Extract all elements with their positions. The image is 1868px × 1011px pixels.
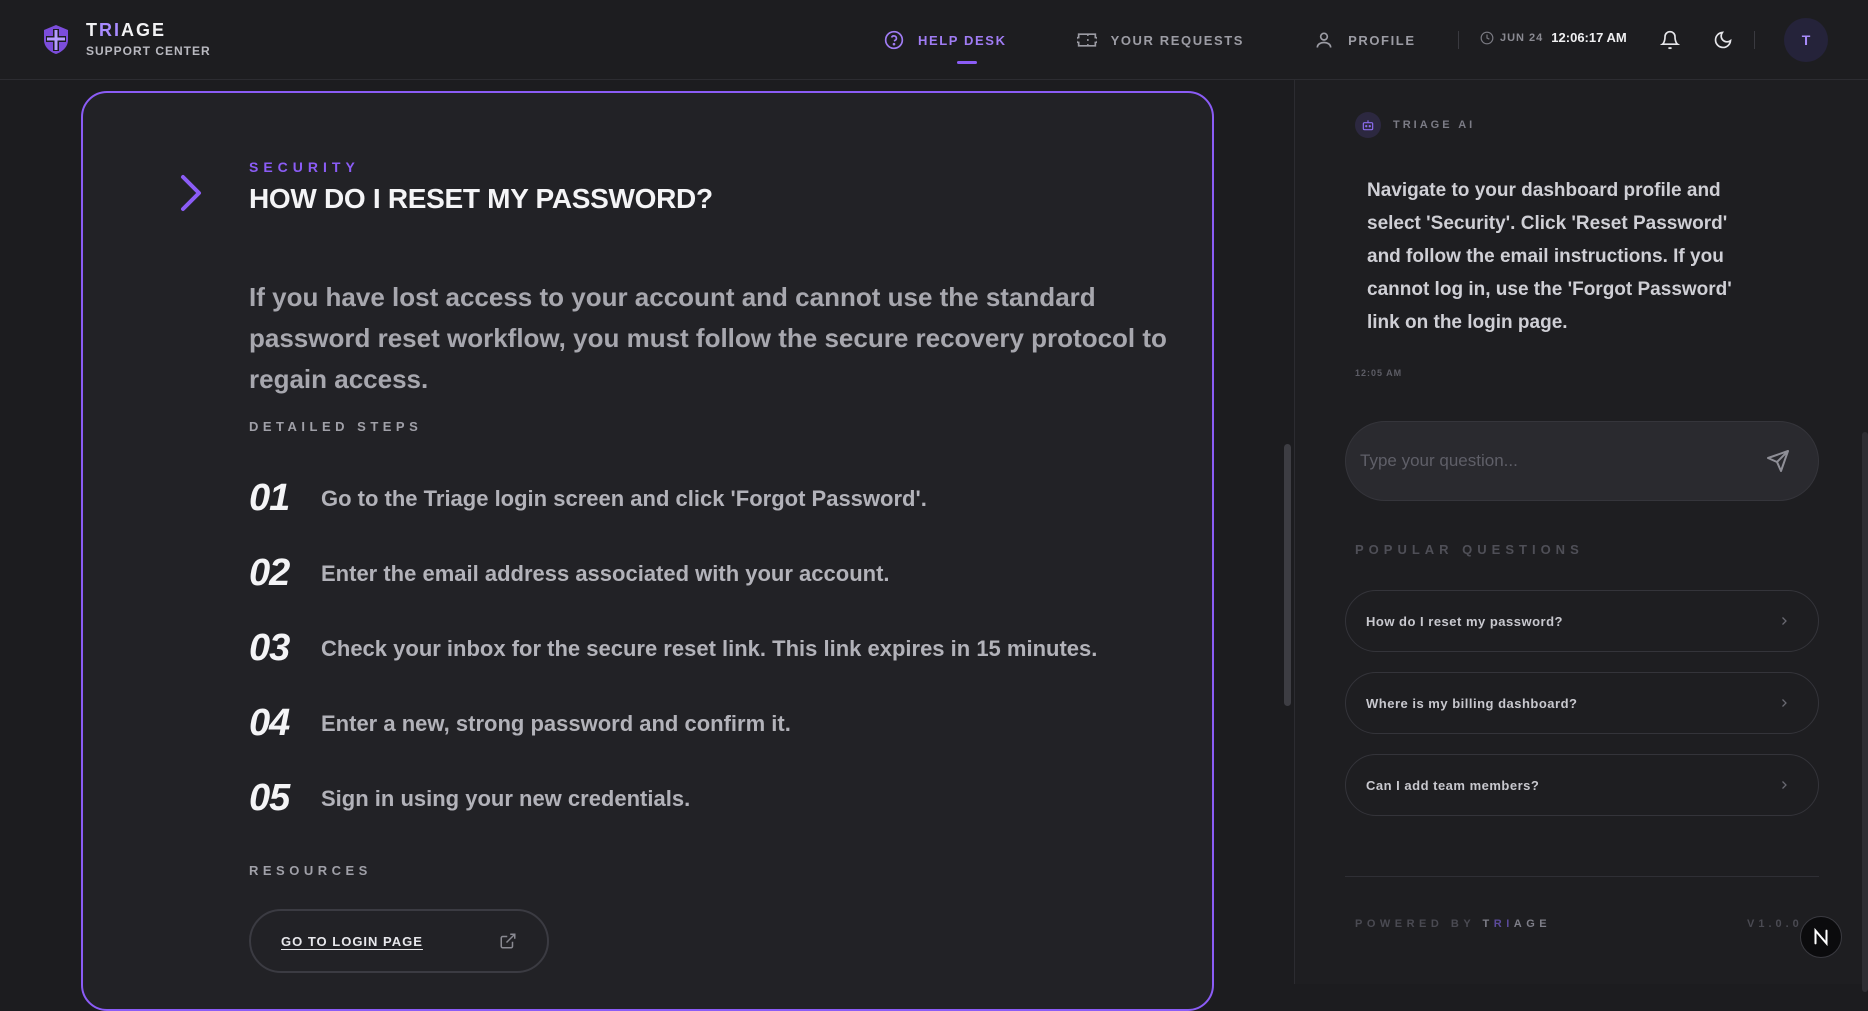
notifications-button[interactable]	[1658, 28, 1682, 52]
chat-input[interactable]	[1360, 451, 1720, 471]
chevron-right-icon[interactable]	[179, 173, 203, 213]
nav-help-desk[interactable]: HELP DESK	[884, 0, 1007, 80]
article-title: HOW DO I RESET MY PASSWORD?	[249, 183, 713, 214]
brand-subtitle: SUPPORT CENTER	[86, 44, 211, 58]
step-item: 03 Check your inbox for the secure reset…	[249, 627, 1097, 670]
header-clock: JUN 24 12:06:17 AM	[1480, 30, 1627, 45]
bell-icon	[1660, 30, 1680, 50]
user-icon	[1316, 32, 1332, 48]
go-to-login-button[interactable]: GO TO LOGIN PAGE	[249, 909, 549, 973]
chevron-right-icon	[1782, 781, 1787, 789]
nav-help-desk-label: HELP DESK	[918, 32, 1007, 48]
dev-tools-badge[interactable]	[1800, 916, 1842, 958]
external-link-icon	[500, 933, 516, 949]
popular-question-item[interactable]: How do I reset my password?	[1345, 590, 1819, 652]
brand[interactable]: TRIAGE SUPPORT CENTER	[40, 20, 211, 58]
main-nav: HELP DESK YOUR REQUESTS PROFILE	[884, 0, 1416, 80]
panel-divider	[1345, 876, 1819, 877]
nav-your-requests-label: YOUR REQUESTS	[1110, 32, 1245, 48]
step-number: 04	[249, 702, 290, 744]
header-divider	[1458, 31, 1459, 49]
panel-scrollbar[interactable]	[1862, 432, 1868, 992]
detailed-steps-label: DETAILED STEPS	[249, 419, 423, 434]
step-text: Check your inbox for the secure reset li…	[321, 635, 1098, 661]
go-to-login-label: GO TO LOGIN PAGE	[281, 933, 423, 949]
step-text: Sign in using your new credentials.	[321, 785, 691, 811]
main-scrollbar[interactable]	[1284, 444, 1291, 706]
avatar[interactable]: T	[1784, 18, 1828, 62]
ai-badge: TRIAGE AI	[1355, 112, 1475, 138]
clock-icon	[1480, 31, 1494, 44]
top-header: TRIAGE SUPPORT CENTER HELP DESK YOUR REQ…	[0, 0, 1868, 80]
article-category: SECURITY	[249, 159, 360, 175]
step-number: 02	[249, 552, 290, 594]
clock-time: 12:06:17 AM	[1551, 30, 1627, 45]
popular-question-item[interactable]: Can I add team members?	[1345, 754, 1819, 816]
ai-assistant-panel: TRIAGE AI Navigate to your dashboard pro…	[1294, 80, 1868, 992]
ai-name: TRIAGE AI	[1393, 119, 1476, 131]
chevron-right-icon	[1782, 699, 1787, 707]
step-number: 05	[249, 777, 290, 819]
step-text: Enter a new, strong password and confirm…	[321, 710, 791, 736]
article-intro: If you have lost access to your account …	[249, 282, 1167, 394]
powered-by: POWERED BY TRIAGE	[1355, 918, 1551, 930]
theme-toggle-button[interactable]	[1711, 28, 1735, 52]
step-number: 03	[249, 627, 290, 669]
ai-message-time: 12:05 AM	[1355, 368, 1403, 378]
step-item: 05 Sign in using your new credentials.	[249, 777, 690, 820]
triage-logo-icon	[44, 25, 68, 54]
popular-question-text: Where is my billing dashboard?	[1366, 695, 1578, 711]
brand-title: TRIAGE	[86, 20, 167, 40]
chat-input-box	[1345, 421, 1819, 501]
powered-by-label: POWERED BY	[1355, 918, 1475, 930]
ai-message: Navigate to your dashboard profile and s…	[1367, 180, 1732, 333]
n-logo-icon	[1814, 927, 1828, 947]
popular-question-text: Can I add team members?	[1366, 777, 1540, 793]
popular-question-item[interactable]: Where is my billing dashboard?	[1345, 672, 1819, 734]
nav-profile[interactable]: PROFILE	[1314, 0, 1416, 80]
chevron-right-icon	[1782, 617, 1787, 625]
help-circle-icon	[884, 30, 904, 50]
resources-label: RESOURCES	[249, 863, 372, 878]
bot-icon	[1355, 112, 1381, 138]
popular-question-text: How do I reset my password?	[1366, 613, 1563, 629]
header-divider-2	[1754, 31, 1755, 49]
step-number: 01	[249, 477, 290, 519]
step-text: Enter the email address associated with …	[321, 560, 890, 586]
version-label: V1.0.0	[1747, 918, 1803, 930]
step-item: 04 Enter a new, strong password and conf…	[249, 702, 791, 745]
step-item: 01 Go to the Triage login screen and cli…	[249, 477, 927, 520]
clock-date: JUN 24	[1500, 31, 1544, 44]
send-icon[interactable]	[1766, 449, 1790, 473]
step-item: 02 Enter the email address associated wi…	[249, 552, 890, 595]
step-text: Go to the Triage login screen and click …	[321, 485, 927, 511]
powered-by-brand: TRIAGE	[1482, 918, 1552, 930]
ticket-icon	[1076, 33, 1097, 47]
nav-your-requests[interactable]: YOUR REQUESTS	[1076, 0, 1245, 80]
article-card: SECURITY HOW DO I RESET MY PASSWORD? If …	[81, 91, 1214, 1011]
nav-profile-label: PROFILE	[1348, 32, 1416, 48]
moon-icon	[1714, 31, 1732, 49]
popular-questions-label: POPULAR QUESTIONS	[1355, 542, 1584, 557]
